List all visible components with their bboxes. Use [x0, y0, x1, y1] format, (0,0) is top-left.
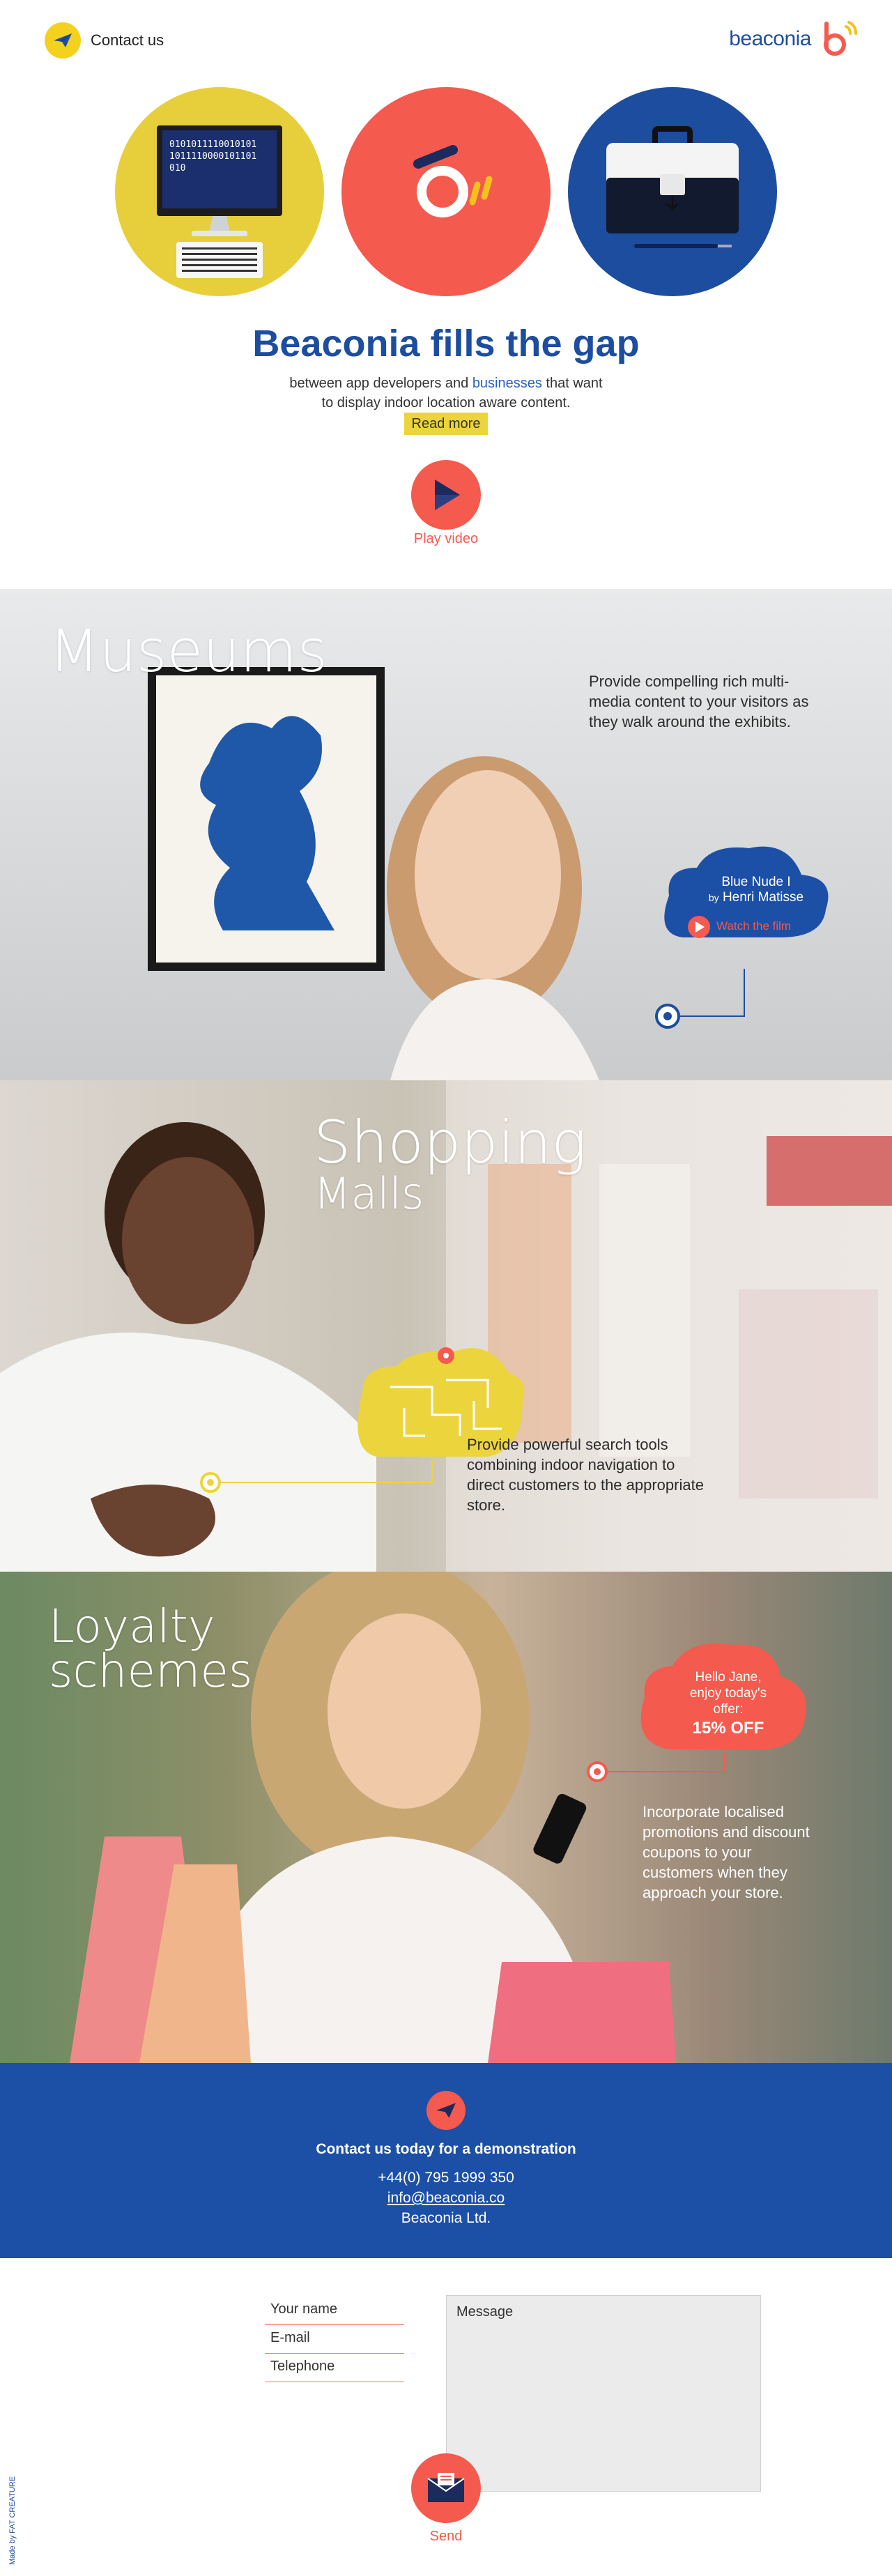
logo-b-icon: [824, 21, 857, 56]
contact-band-title: Contact us today for a demonstration: [316, 2141, 576, 2157]
artwork-by: by: [708, 892, 719, 903]
malls-description: Provide powerful search tools combining …: [467, 1436, 704, 1514]
header: Contact us beaconia: [0, 0, 892, 84]
logo-text: beaconia: [729, 27, 811, 50]
paper-plane-icon: [45, 22, 81, 59]
hero-subtitle: between app developers and businesses th…: [0, 374, 892, 413]
computer-icon: 0101011110010101 1011110000101101 010: [157, 125, 282, 278]
malls-title-line1: Shopping: [314, 1108, 587, 1176]
telephone-field[interactable]: Telephone: [265, 2354, 404, 2382]
beaconia-logo[interactable]: beaconia: [729, 20, 857, 59]
loyalty-schemes-section: Loyalty schemes Hello Jane, enjoy today'…: [0, 1572, 892, 2063]
offer-discount: 15% OFF: [692, 1719, 764, 1738]
email-field[interactable]: E-mail: [265, 2326, 404, 2354]
museums-section: Museums Provide compelling rich multi-me…: [0, 589, 892, 1080]
binary-line-2: 1011110000101101: [169, 151, 256, 162]
beaconia-mark-icon: [413, 145, 493, 217]
hero-subtitle-line2: to display indoor location aware content…: [321, 395, 571, 411]
contact-band: Contact us today for a demonstration +44…: [0, 2063, 892, 2258]
send-label[interactable]: Send: [0, 2529, 892, 2545]
subtitle-text: between app developers and: [289, 376, 472, 391]
send-button[interactable]: [411, 2453, 481, 2523]
contact-email-link[interactable]: info@beaconia.co: [0, 2190, 892, 2207]
business-briefcase-circle: [568, 87, 777, 296]
developer-computer-circle: 0101011110010101 1011110000101101 010: [115, 87, 324, 296]
museums-title: Museums: [49, 617, 328, 685]
watch-film-link[interactable]: Watch the film: [716, 919, 791, 933]
offer-greeting: Hello Jane,: [695, 1670, 762, 1685]
offer-line3: offer:: [713, 1702, 744, 1717]
message-textarea[interactable]: Message: [446, 2295, 761, 2492]
museum-cloud-card[interactable]: Blue Nude I by Henri Matisse: [686, 875, 826, 905]
read-more-button[interactable]: Read more: [404, 413, 488, 435]
subtitle-text-end: that want: [541, 376, 603, 391]
message-label: Message: [456, 2304, 514, 2320]
name-field[interactable]: Your name: [265, 2297, 404, 2325]
play-icon: [435, 480, 460, 510]
binary-line-3: 010: [169, 163, 185, 174]
offer-cloud-card[interactable]: Hello Jane, enjoy today's offer: 15% OFF: [662, 1669, 794, 1738]
offer-line2: enjoy today's: [689, 1686, 767, 1701]
play-video-label[interactable]: Play video: [0, 531, 892, 547]
paper-plane-icon: [426, 2091, 466, 2130]
shopping-malls-section: Shopping Malls Provide powerful search t…: [0, 1080, 892, 1572]
binary-line-1: 0101011110010101: [169, 139, 256, 150]
made-by-credit[interactable]: Made by FAT CREATURE: [8, 2476, 17, 2565]
malls-title-line2: Malls: [314, 1168, 424, 1219]
contact-company: Beaconia Ltd.: [401, 2210, 491, 2226]
artwork-artist-line: by Henri Matisse: [686, 890, 826, 905]
loyalty-title-line2: schemes: [49, 1644, 253, 1698]
artwork-artist: Henri Matisse: [722, 890, 804, 905]
contact-us-label: Contact us: [91, 31, 164, 49]
hero-title: Beaconia fills the gap: [252, 323, 640, 365]
businesses-link[interactable]: businesses: [472, 376, 542, 391]
museums-description: Provide compelling rich multi-media cont…: [589, 673, 809, 730]
contact-us-link[interactable]: Contact us: [45, 22, 164, 59]
briefcase-icon: [606, 126, 739, 248]
beaconia-mark-circle: [341, 87, 551, 296]
envelope-icon: [427, 2473, 465, 2502]
play-video-button[interactable]: [411, 460, 481, 530]
contact-phone[interactable]: +44(0) 795 1999 350: [0, 2170, 892, 2186]
artwork-title: Blue Nude I: [721, 875, 791, 889]
loyalty-description: Incorporate localised promotions and dis…: [643, 1803, 810, 1901]
hero-subtitle-line1: between app developers and businesses th…: [0, 374, 892, 393]
